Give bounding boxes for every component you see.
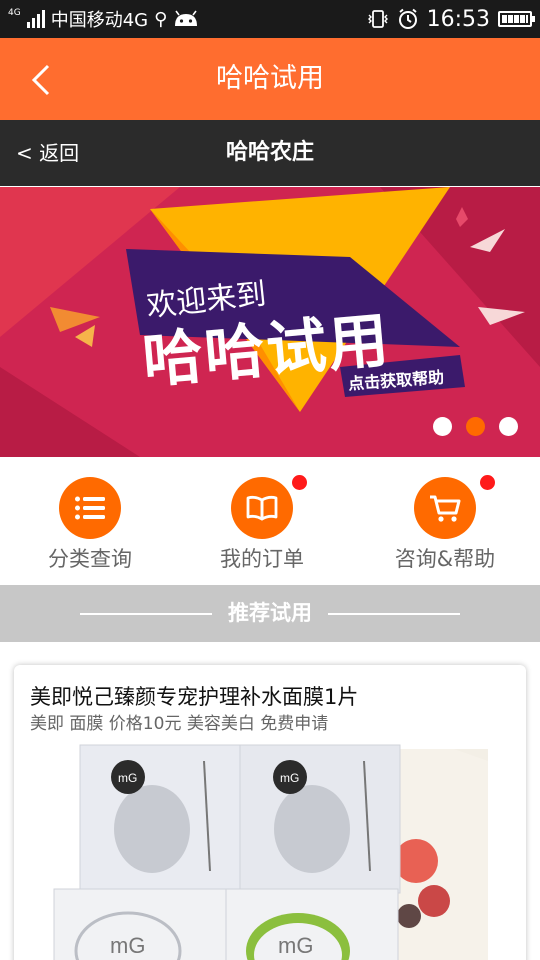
carousel-dot-active[interactable] <box>466 417 485 436</box>
feature-label: 我的订单 <box>220 547 304 571</box>
vibrate-icon <box>367 10 388 28</box>
battery-icon <box>498 11 535 27</box>
product-title: 美即悦己臻颜专宠护理补水面膜1片 <box>30 685 359 709</box>
clock-time: 16:53 <box>426 6 490 32</box>
feature-my-orders[interactable]: 我的订单 <box>172 457 352 585</box>
network-type: 4G <box>8 8 21 18</box>
product-card[interactable]: 美即悦己臻颜专宠护理补水面膜1片 美即 面膜 价格10元 美容美白 免费申请 m… <box>14 665 526 960</box>
app-header: 哈哈试用 <box>0 38 540 120</box>
feature-category-search[interactable]: 分类查询 <box>0 457 180 585</box>
cart-icon <box>414 477 476 539</box>
section-title: 推荐试用 <box>228 601 312 625</box>
feature-help[interactable]: 咨询&帮助 <box>355 457 535 585</box>
signal-icon <box>26 10 45 28</box>
svg-text:mG: mG <box>280 771 299 785</box>
sub-header-title: 哈哈农庄 <box>225 140 314 165</box>
promo-banner[interactable]: 欢迎来到 哈哈试用 点击获取帮助 <box>0 187 540 457</box>
carousel-indicator <box>433 417 518 436</box>
status-bar: 4G 中国移动4G ⚲ 16:53 <box>0 0 540 38</box>
product-tags: 美即 面膜 价格10元 美容美白 免费申请 <box>30 714 329 734</box>
list-icon <box>59 477 121 539</box>
brand-logo-text: mG <box>118 771 137 785</box>
android-icon <box>175 10 198 26</box>
svg-text:mG: mG <box>110 933 145 958</box>
status-left: 4G 中国移动4G ⚲ <box>8 0 199 38</box>
sub-header: 哈哈农庄 < 返回 <box>0 120 540 186</box>
page-title: 哈哈试用 <box>216 63 324 94</box>
product-image: mG mG mG mG <box>14 741 526 960</box>
feature-label: 咨询&帮助 <box>394 547 496 571</box>
carrier-name: 中国移动4G <box>50 10 149 31</box>
book-icon <box>231 477 293 539</box>
feature-label: 分类查询 <box>48 547 132 571</box>
svg-text:mG: mG <box>278 933 313 958</box>
carousel-dot[interactable] <box>433 417 452 436</box>
carousel-dot[interactable] <box>499 417 518 436</box>
notification-badge <box>292 475 307 490</box>
status-right: 16:53 <box>367 0 535 38</box>
alarm-icon <box>398 8 417 29</box>
section-header: 推荐试用 <box>0 585 540 642</box>
usb-icon: ⚲ <box>154 8 168 30</box>
notification-badge <box>480 475 495 490</box>
feature-row: 分类查询 我的订单 咨询&帮助 <box>0 457 540 585</box>
back-link[interactable]: < 返回 <box>16 120 79 186</box>
